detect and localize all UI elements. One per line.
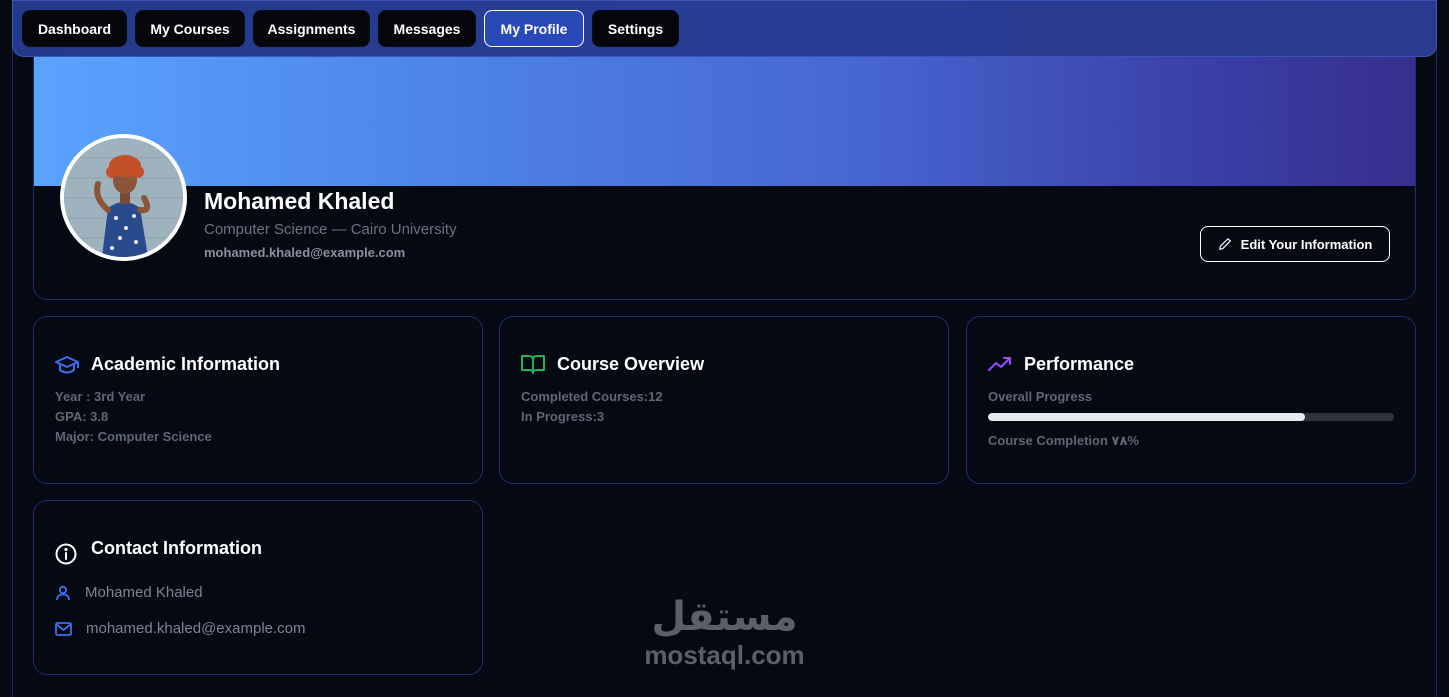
contact-email-row: mohamed.khaled@example.com (55, 620, 306, 637)
nav-assignments[interactable]: Assignments (253, 10, 370, 47)
top-navigation: Dashboard My Courses Assignments Message… (12, 0, 1437, 57)
mail-icon (55, 621, 72, 636)
profile-name: Mohamed Khaled (204, 188, 395, 214)
course-overview-card: Course Overview Completed Courses:12 In … (499, 316, 949, 484)
in-progress-courses: In Progress:3 (521, 409, 605, 424)
academic-information-card: Academic Information Year : 3rd Year GPA… (33, 316, 483, 484)
info-icon (55, 543, 77, 565)
nav-settings[interactable]: Settings (592, 10, 679, 47)
academic-information-title: Academic Information (91, 354, 281, 374)
edit-information-button[interactable]: Edit Your Information (1200, 226, 1390, 262)
course-overview-title: Course Overview (557, 354, 705, 374)
course-completion-label: Course Completion ٧٨% (988, 433, 1139, 448)
academic-year: Year : 3rd Year (55, 389, 146, 404)
trending-up-icon (988, 357, 1011, 371)
completed-courses: Completed Courses:12 (521, 389, 663, 404)
watermark-arabic: مستقل (651, 594, 798, 640)
contact-email[interactable]: mohamed.khaled@example.com (86, 620, 306, 637)
academic-major: Major: Computer Science (55, 429, 212, 444)
academic-gpa: GPA: 3.8 (55, 409, 109, 424)
watermark-latin: mostaql.com (644, 640, 805, 670)
profile-subtitle: Computer Science — Cairo University (204, 221, 457, 238)
user-icon (56, 585, 70, 600)
performance-title: Performance (1024, 354, 1135, 374)
mostaql-watermark: مستقل mostaql.com (637, 593, 812, 669)
contact-information-card: Contact Information Mohamed Khaled moham… (33, 500, 483, 675)
profile-email: mohamed.khaled@example.com (204, 245, 406, 260)
pencil-icon (1218, 238, 1231, 250)
contact-information-title: Contact Information (91, 538, 262, 558)
avatar-photo (64, 138, 183, 257)
overall-progress-bar (988, 413, 1394, 421)
nav-my-profile[interactable]: My Profile (484, 10, 584, 47)
contact-name: Mohamed Khaled (85, 584, 203, 601)
nav-dashboard[interactable]: Dashboard (22, 10, 127, 47)
edit-information-label: Edit Your Information (1240, 236, 1373, 252)
performance-card: Performance Overall Progress Course Comp… (966, 316, 1416, 484)
avatar (60, 134, 187, 261)
graduation-cap-icon (55, 356, 79, 374)
contact-name-row: Mohamed Khaled (55, 584, 203, 601)
profile-banner (34, 41, 1415, 186)
book-open-icon (521, 355, 545, 374)
overall-progress-label: Overall Progress (988, 389, 1093, 404)
overall-progress-fill (988, 413, 1305, 421)
nav-my-courses[interactable]: My Courses (135, 10, 245, 47)
nav-messages[interactable]: Messages (378, 10, 476, 47)
